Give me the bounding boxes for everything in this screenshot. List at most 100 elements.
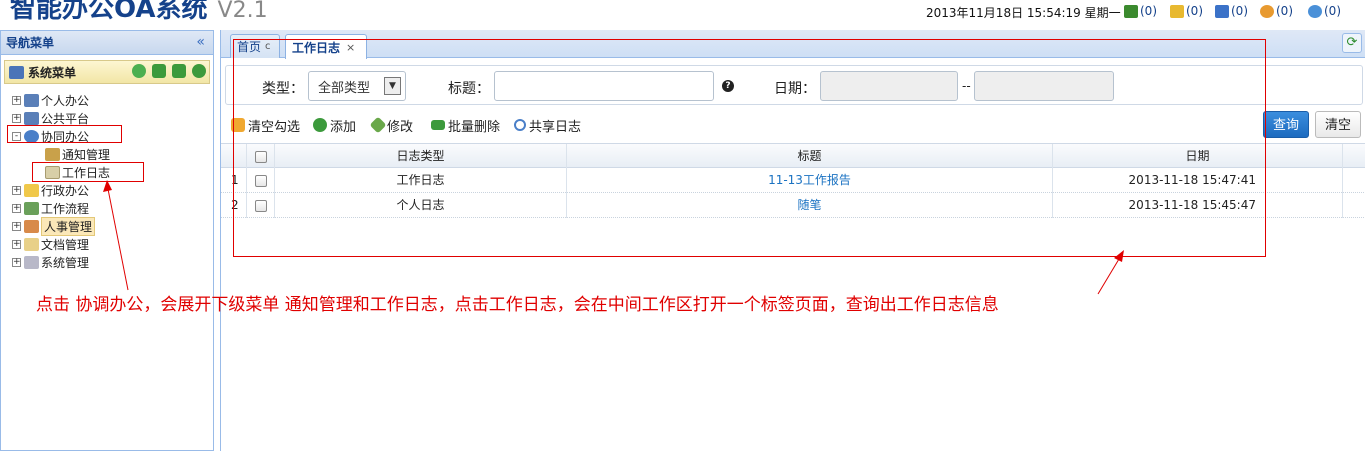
row-select-cell[interactable] [247, 168, 275, 193]
nav-panel-header: 导航菜单 [1, 31, 213, 55]
system-menu-title: 系统菜单 [28, 65, 77, 80]
tree-item-document-management[interactable]: + 文档管理 [12, 236, 89, 253]
app-header: 智能办公OA系统 V2.1 2013年11月18日 15:54:19 星期一 (0… [0, 0, 1365, 28]
megaphone-icon [45, 148, 60, 161]
minus-icon [431, 120, 445, 130]
reload-icon[interactable]: c [265, 41, 271, 52]
column-header[interactable]: 标题 [567, 144, 1053, 169]
row-number: 2 [221, 193, 247, 218]
tree-item-admin-office[interactable]: + 行政办公 [12, 182, 89, 199]
log-title-link[interactable]: 11-13工作报告 [567, 168, 1053, 193]
button-label: 批量删除 [448, 119, 501, 135]
expand-toggle[interactable]: + [12, 240, 21, 249]
tab-work-log[interactable]: 工作日志 × [285, 34, 367, 59]
log-type-cell: 工作日志 [275, 168, 567, 193]
indicator-count: (0) [1140, 4, 1157, 18]
undo-icon [231, 118, 245, 132]
tree-item-label: 工作日志 [62, 166, 111, 180]
select-all-checkbox[interactable] [254, 150, 267, 163]
monitor-icon [9, 65, 24, 79]
expand-toggle[interactable]: + [12, 204, 21, 213]
main-work-area: 首页 c 工作日志 × ⟳ 类型： 全部类型 ▼ 标题： ? 日期： -- 清空… [220, 30, 1365, 451]
message-indicator[interactable]: (0) [1308, 3, 1341, 19]
tree-item-workflow[interactable]: + 工作流程 [12, 200, 89, 217]
calendar-icon [1215, 4, 1229, 18]
expand-toggle[interactable]: + [12, 186, 21, 195]
chat-indicator[interactable]: (0) [1260, 3, 1293, 19]
collapse-toggle[interactable]: - [12, 132, 21, 141]
help-icon[interactable]: ? [722, 80, 734, 92]
close-icon[interactable]: × [346, 41, 355, 54]
app-version: V2.1 [217, 0, 268, 23]
edit-button[interactable]: 修改 [369, 116, 413, 135]
expand-all-icon[interactable] [152, 64, 166, 78]
title-input[interactable] [494, 71, 714, 101]
select-all-cell[interactable] [247, 144, 275, 169]
date-separator: -- [962, 79, 971, 93]
table-row[interactable]: 2 个人日志 随笔 2013-11-18 15:45:47 [221, 193, 1365, 218]
refresh-menu-icon[interactable] [132, 64, 146, 78]
person-icon [24, 220, 39, 233]
start-date-input[interactable] [820, 71, 958, 101]
computer-icon [24, 94, 39, 107]
tree-item-label: 公共平台 [41, 112, 90, 126]
tree-item-work-log[interactable]: 工作日志 [45, 164, 110, 181]
log-date-cell: 2013-11-18 15:47:41 [1053, 168, 1343, 193]
row-checkbox[interactable] [254, 199, 267, 212]
row-checkbox[interactable] [254, 174, 267, 187]
mail-indicator[interactable]: (0) [1170, 3, 1203, 19]
chevron-up-icon[interactable] [192, 64, 206, 78]
expand-toggle[interactable]: + [12, 114, 21, 123]
end-date-input[interactable] [974, 71, 1114, 101]
type-select[interactable]: 全部类型 ▼ [308, 71, 406, 101]
log-title-link[interactable]: 随笔 [567, 193, 1053, 218]
clear-button[interactable]: 清空 [1315, 111, 1361, 138]
batch-delete-button[interactable]: 批量删除 [431, 116, 501, 135]
clear-selection-button[interactable]: 清空勾选 [231, 116, 300, 135]
expand-toggle[interactable]: + [12, 222, 21, 231]
button-label: 共享日志 [529, 119, 582, 135]
tree-item-system-management[interactable]: + 系统管理 [12, 254, 89, 271]
tab-label: 工作日志 [292, 40, 341, 55]
tree-item-label: 人事管理 [41, 217, 96, 236]
add-button[interactable]: 添加 [313, 116, 356, 135]
tab-label: 首页 [237, 40, 262, 54]
tree-item-public-platform[interactable]: + 公共平台 [12, 110, 89, 127]
expand-toggle[interactable]: + [12, 96, 21, 105]
row-select-cell[interactable] [247, 193, 275, 218]
refresh-icon[interactable]: ⟳ [1342, 33, 1362, 53]
search-icon [514, 119, 526, 131]
tree-item-hr-management[interactable]: + 人事管理 [12, 217, 96, 236]
query-button[interactable]: 查询 [1263, 111, 1309, 138]
computer-icon [24, 112, 39, 125]
nav-title: 导航菜单 [6, 36, 55, 50]
tree-item-collaborative-office[interactable]: - 协同办公 [12, 128, 89, 145]
type-label: 类型： [262, 81, 304, 97]
calendar-indicator[interactable]: (0) [1215, 3, 1248, 19]
table-header-row: 日志类型 标题 日期 [221, 143, 1365, 169]
left-nav-panel: 导航菜单 « 系统菜单 + 个人办公 + 公共平台 - 协同办公 通知管理 工作… [0, 30, 214, 451]
app-title-text: 智能办公OA系统 [10, 0, 208, 24]
column-header[interactable]: 日志类型 [275, 144, 567, 169]
tab-bar: 首页 c 工作日志 × ⟳ [221, 30, 1365, 59]
column-header[interactable]: 日期 [1053, 144, 1343, 169]
tree-item-notice-management[interactable]: 通知管理 [45, 146, 110, 163]
table-row[interactable]: 1 工作日志 11-13工作报告 2013-11-18 15:47:41 [221, 168, 1365, 193]
app-title: 智能办公OA系统 V2.1 [10, 0, 268, 25]
document-icon [24, 238, 39, 251]
expand-toggle[interactable]: + [12, 258, 21, 267]
collapse-left-icon[interactable]: « [196, 34, 205, 50]
message-icon [1308, 4, 1322, 18]
users-icon [24, 130, 39, 143]
tree-item-label: 系统管理 [41, 256, 90, 270]
indicator-count: (0) [1231, 4, 1248, 18]
search-form: 类型： 全部类型 ▼ 标题： ? 日期： -- [225, 65, 1363, 105]
tree-item-personal-office[interactable]: + 个人办公 [12, 92, 89, 109]
date-label: 日期： [774, 81, 816, 97]
share-log-button[interactable]: 共享日志 [514, 116, 582, 135]
org-chart-indicator[interactable]: (0) [1124, 3, 1157, 19]
log-date-cell: 2013-11-18 15:45:47 [1053, 193, 1343, 218]
tab-home[interactable]: 首页 c [230, 34, 280, 58]
collapse-all-icon[interactable] [172, 64, 186, 78]
tree-item-label: 通知管理 [62, 148, 111, 162]
